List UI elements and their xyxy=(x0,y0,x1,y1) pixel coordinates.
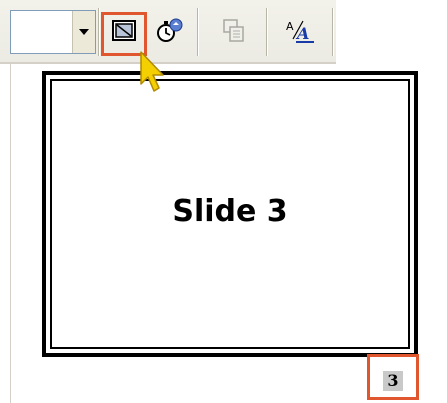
rehearse-timings-button[interactable] xyxy=(150,10,190,52)
mouse-cursor-icon xyxy=(140,51,164,92)
show-formatting-icon: A A xyxy=(286,20,314,43)
slide-number: 3 xyxy=(383,371,403,391)
toolbar-separator xyxy=(266,8,268,56)
toolbar-separator xyxy=(197,8,199,56)
summary-slide-button[interactable] xyxy=(214,10,254,52)
summary-slide-icon xyxy=(223,19,244,42)
toolbar-separator xyxy=(98,8,100,56)
slide-title: Slide 3 xyxy=(172,193,288,229)
slide-thumbnail-inner: Slide 3 xyxy=(50,79,410,349)
show-formatting-button[interactable]: A A xyxy=(280,10,320,52)
slide-number-highlight: 3 xyxy=(367,354,419,400)
svg-text:A: A xyxy=(286,20,294,33)
svg-text:A: A xyxy=(295,24,309,43)
slide-sorter-toolbar: A A xyxy=(0,0,447,64)
rehearse-timings-icon xyxy=(157,18,183,42)
slide-thumbnail[interactable]: Slide 3 xyxy=(42,71,418,357)
dropdown-arrow-icon[interactable] xyxy=(72,11,95,53)
slide-sorter-pane: Slide 3 3 xyxy=(0,64,447,403)
pane-border xyxy=(10,64,11,403)
toolbar-empty-area xyxy=(336,0,447,64)
zoom-dropdown[interactable] xyxy=(10,10,96,54)
toolbar-separator xyxy=(332,8,334,56)
